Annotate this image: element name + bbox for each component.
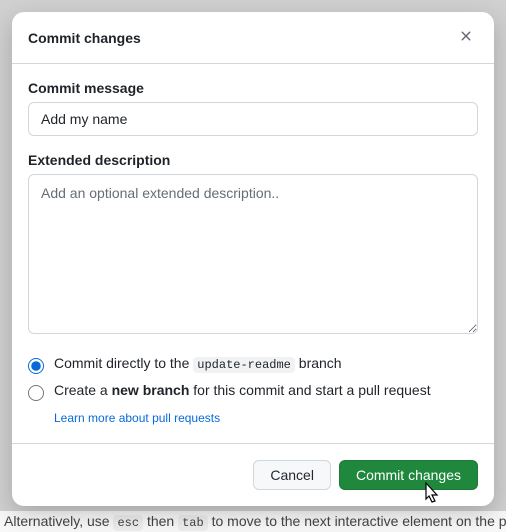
branch-name-code: update-readme: [193, 357, 295, 373]
commit-changes-button[interactable]: Commit changes: [339, 460, 478, 490]
commit-target-radio-group: Commit directly to the update-readme bra…: [28, 355, 478, 427]
commit-message-field-group: Commit message: [28, 80, 478, 136]
radio-option-new-branch: Create a new branch for this commit and …: [28, 382, 478, 401]
modal-body: Commit message Extended description Comm…: [12, 64, 494, 443]
commit-changes-modal: Commit changes Commit message Extended d…: [12, 12, 494, 506]
cancel-button[interactable]: Cancel: [253, 460, 331, 490]
modal-footer: Cancel Commit changes: [12, 444, 494, 506]
radio-new-branch-label[interactable]: Create a new branch for this commit and …: [54, 382, 431, 398]
background-hint-text: Alternatively, use esc then tab to move …: [0, 511, 506, 532]
extended-description-field-group: Extended description: [28, 152, 478, 339]
commit-message-input[interactable]: [28, 102, 478, 136]
close-icon: [458, 28, 474, 47]
modal-header: Commit changes: [12, 12, 494, 63]
learn-more-link[interactable]: Learn more about pull requests: [54, 411, 220, 425]
extended-description-textarea[interactable]: [28, 174, 478, 334]
extended-description-label: Extended description: [28, 152, 478, 168]
modal-title: Commit changes: [28, 30, 141, 46]
commit-message-label: Commit message: [28, 80, 478, 96]
radio-direct-input[interactable]: [28, 358, 44, 374]
radio-direct-label[interactable]: Commit directly to the update-readme bra…: [54, 355, 342, 372]
radio-new-branch-input[interactable]: [28, 385, 44, 401]
radio-option-direct: Commit directly to the update-readme bra…: [28, 355, 478, 374]
close-button[interactable]: [454, 24, 478, 51]
